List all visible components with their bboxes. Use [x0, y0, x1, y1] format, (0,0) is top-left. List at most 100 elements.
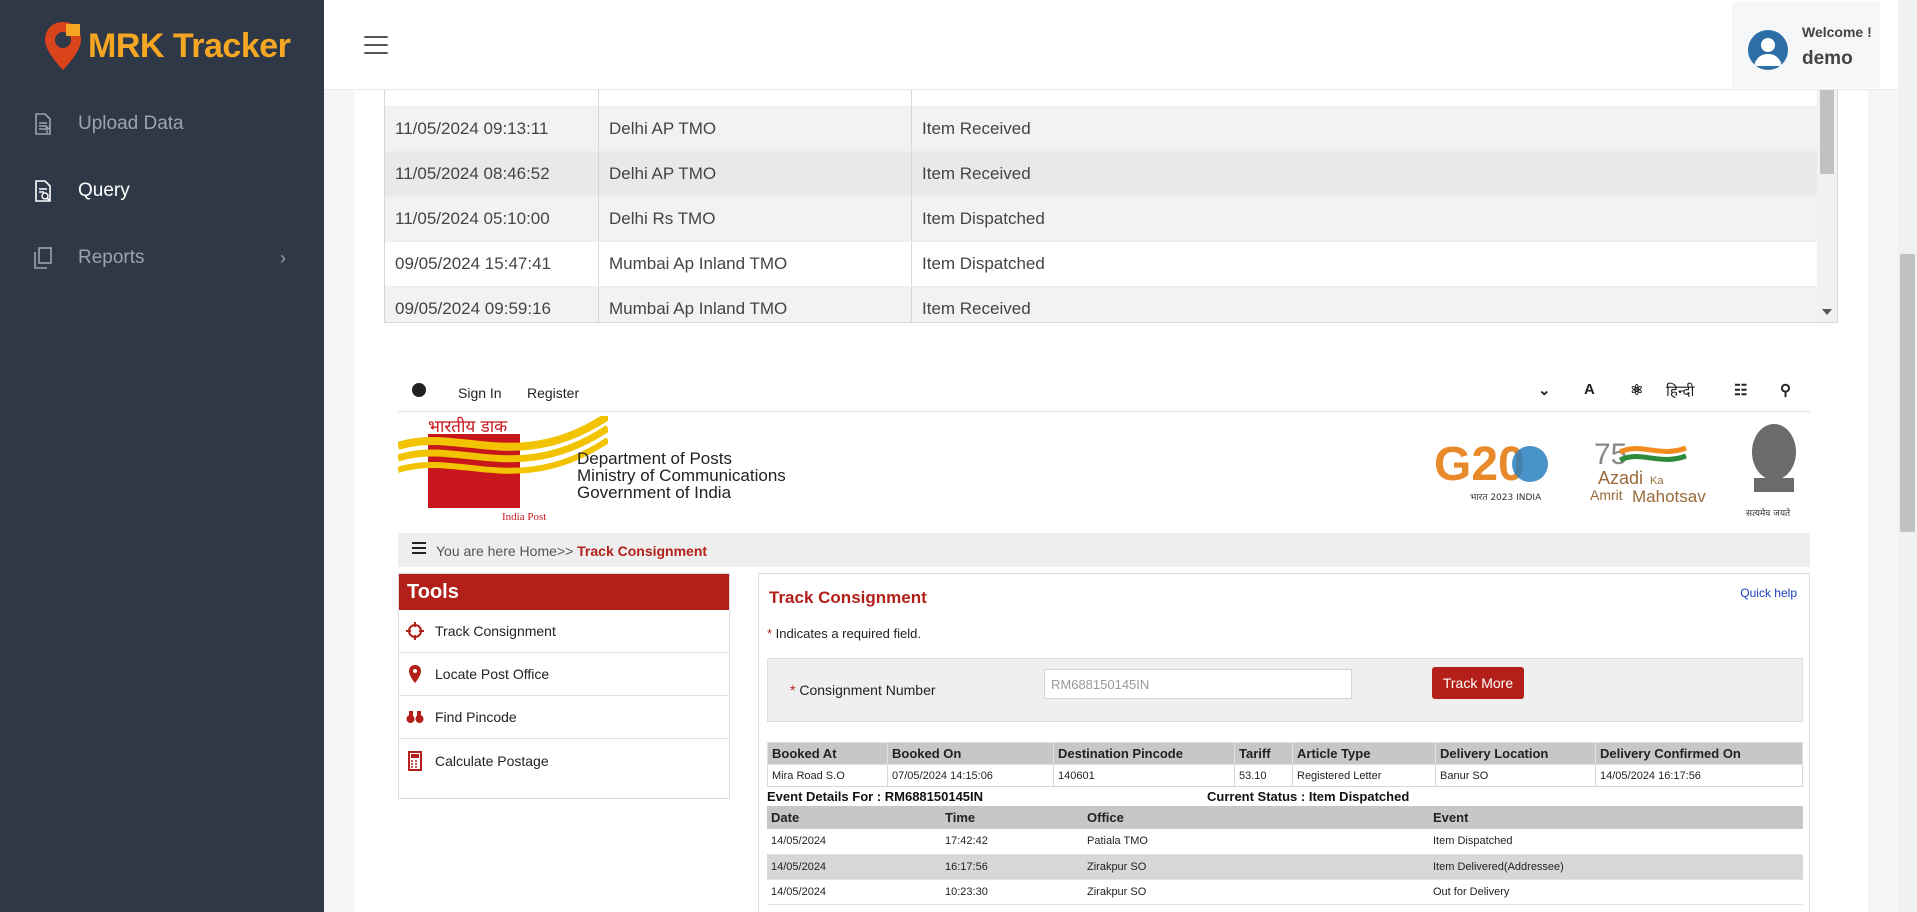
search-icon[interactable]: ⚲ [1780, 381, 1791, 399]
table-row: 14/05/2024 10:23:30 Zirakpur SO Out for Del… [767, 879, 1803, 905]
table-row: 09/05/2024 09:59:16 Mumbai Ap Inland TMO… [385, 287, 1817, 322]
svg-text:सत्यमेव जयते: सत्यमेव जयते [1746, 507, 1791, 519]
tool-track-consignment[interactable]: Track Consignment [399, 610, 729, 653]
query-file-icon [32, 180, 54, 202]
brand-hindi-name: भारतीय डाक [428, 416, 508, 437]
svg-text:Azadi: Azadi [1598, 468, 1643, 488]
scrollbar-thumb[interactable] [1820, 90, 1834, 174]
register-link[interactable]: Register [527, 385, 579, 401]
reports-icon [32, 247, 54, 269]
events-table: Date Time Office Event 14/05/2024 17:42:4… [767, 806, 1803, 905]
breadcrumb: You are here Home>> Track Consignment [398, 533, 1810, 567]
tool-label: Track Consignment [435, 623, 556, 639]
location-pin-logo-icon [42, 20, 84, 72]
page-scrollbar[interactable] [1898, 0, 1917, 912]
breadcrumb-current: Track Consignment [577, 543, 708, 559]
scroll-down-icon[interactable] [1822, 309, 1832, 315]
top-header: Welcome ! demo [324, 0, 1917, 90]
avatar [1748, 30, 1788, 70]
table-row: 14/05/2024 17:42:42 Patiala TMO Item Dispat… [767, 829, 1803, 855]
cell-datetime: 11/05/2024 09:13:11 [385, 107, 599, 151]
indiapost-header: भारतीय डाक India Post Department of Post… [396, 412, 1810, 523]
dept-line: Ministry of Communications [577, 466, 786, 485]
consignment-number-input[interactable]: RM688150145IN [1044, 669, 1352, 699]
chevron-right-icon: › [280, 247, 286, 268]
cell-datetime: 09/05/2024 09:59:16 [385, 287, 599, 322]
table-row: 11/05/2024 08:46:52 Delhi AP TMO Item Re… [385, 152, 1817, 197]
sidebar-item-label: Query [78, 180, 130, 201]
welcome-text: Welcome ! [1802, 24, 1872, 40]
accessibility-icon[interactable]: ⚛ [1630, 381, 1643, 399]
sign-in-link[interactable]: Sign In [458, 385, 502, 401]
cell-office: Mumbai Ap Inland TMO [599, 287, 912, 322]
quick-help-link[interactable]: Quick help [1740, 586, 1797, 600]
font-size-icon[interactable]: A [1584, 381, 1595, 398]
user-circle-icon [412, 383, 426, 397]
track-title: Track Consignment [769, 588, 927, 607]
scan-history-table[interactable]: 11/05/2024 09:13:11 Delhi AP TMO Item Re… [384, 90, 1838, 323]
tool-label: Locate Post Office [435, 666, 550, 682]
menu-toggle-icon[interactable] [364, 36, 388, 54]
table-row: 11/05/2024 05:10:00 Delhi Rs TMO Item Di… [385, 197, 1817, 242]
calculator-icon [405, 750, 425, 771]
hindi-language-link[interactable]: हिन्दी [1666, 381, 1694, 401]
tool-find-pincode[interactable]: Find Pincode [399, 696, 729, 739]
sidebar-item-label: Reports [78, 247, 145, 268]
cell-datetime: 11/05/2024 08:46:52 [385, 152, 599, 196]
tools-panel: Tools Track Consignment Locate Post Offi… [398, 573, 730, 799]
scrollbar-thumb[interactable] [1900, 254, 1915, 532]
table-row: Mira Road S.O 07/05/2024 14:15:06 140601… [767, 764, 1803, 787]
crosshair-icon [405, 621, 425, 641]
cell-event: Item Dispatched [922, 209, 1045, 228]
tool-calculate-postage[interactable]: Calculate Postage [399, 739, 729, 782]
tool-label: Calculate Postage [435, 752, 549, 769]
tool-locate-post-office[interactable]: Locate Post Office [399, 653, 729, 696]
svg-text:Amrit: Amrit [1590, 487, 1623, 503]
event-details-header: Event Details For : RM688150145IN Curren… [767, 789, 1803, 804]
cell-office: Delhi Rs TMO [599, 197, 912, 241]
brand-english-name: India Post [502, 511, 546, 522]
cell-event: Item Dispatched [922, 254, 1045, 273]
cell-office: Delhi AP TMO [599, 107, 912, 151]
chevron-down-icon[interactable]: ⌄ [1538, 381, 1551, 399]
svg-text:Mahotsav: Mahotsav [1632, 487, 1706, 506]
app-name: MRK Tracker [88, 26, 291, 65]
g20-subtext: भारत 2023 INDIA [1470, 493, 1542, 503]
table-header-row: Date Time Office Event [767, 806, 1803, 829]
track-consignment-panel: Track Consignment Quick help * Indicates… [758, 573, 1810, 912]
cell-datetime: 09/05/2024 15:47:41 [385, 242, 599, 286]
g20-text: G20 [1434, 438, 1525, 491]
user-menu[interactable]: Welcome ! demo [1732, 2, 1880, 88]
dept-line: Department of Posts [577, 449, 732, 468]
dept-line: Government of India [577, 483, 732, 502]
username: demo [1802, 48, 1853, 69]
booking-table: Booked At Booked On Destination Pincode … [767, 742, 1803, 787]
sidebar-item-label: Upload Data [78, 113, 184, 134]
consignment-label: * Consignment Number [790, 682, 936, 698]
sidebar-item-query[interactable]: Query [0, 167, 324, 215]
table-row-partial [385, 90, 1817, 107]
table-row: 11/05/2024 09:13:11 Delhi AP TMO Item Re… [385, 107, 1817, 152]
cell-datetime: 11/05/2024 05:10:00 [385, 197, 599, 241]
binoculars-icon [405, 707, 425, 727]
tools-title: Tools [399, 574, 729, 610]
sidebar-item-upload-data[interactable]: Upload Data [0, 100, 324, 148]
consignment-form: * Consignment Number RM688150145IN Track… [767, 658, 1803, 722]
sitemap-icon[interactable]: ☷ [1734, 381, 1747, 399]
cell-event: Item Received [922, 119, 1031, 138]
menu-icon[interactable] [412, 542, 426, 554]
table-row: 14/05/2024 16:17:56 Zirakpur SO Item Delive… [767, 854, 1803, 880]
track-more-button[interactable]: Track More [1432, 667, 1524, 699]
svg-text:75: 75 [1594, 438, 1627, 471]
app-logo[interactable]: MRK Tracker [42, 20, 291, 72]
breadcrumb-prefix: You are here Home>> [436, 543, 578, 559]
table-header-row: Booked At Booked On Destination Pincode … [767, 742, 1803, 765]
national-emblem: सत्यमेव जयते [1742, 418, 1806, 522]
table-row: 09/05/2024 15:47:41 Mumbai Ap Inland TMO… [385, 242, 1817, 287]
department-text: Department of Posts Ministry of Communic… [577, 450, 786, 501]
svg-text:Ka: Ka [1650, 475, 1664, 487]
sidebar-item-reports[interactable]: Reports › [0, 234, 324, 282]
required-note: * Indicates a required field. [767, 626, 921, 641]
indiapost-topbar: Sign In Register ⌄ A ⚛ हिन्दी ☷ ⚲ [398, 370, 1810, 412]
table-scrollbar[interactable] [1817, 90, 1837, 322]
